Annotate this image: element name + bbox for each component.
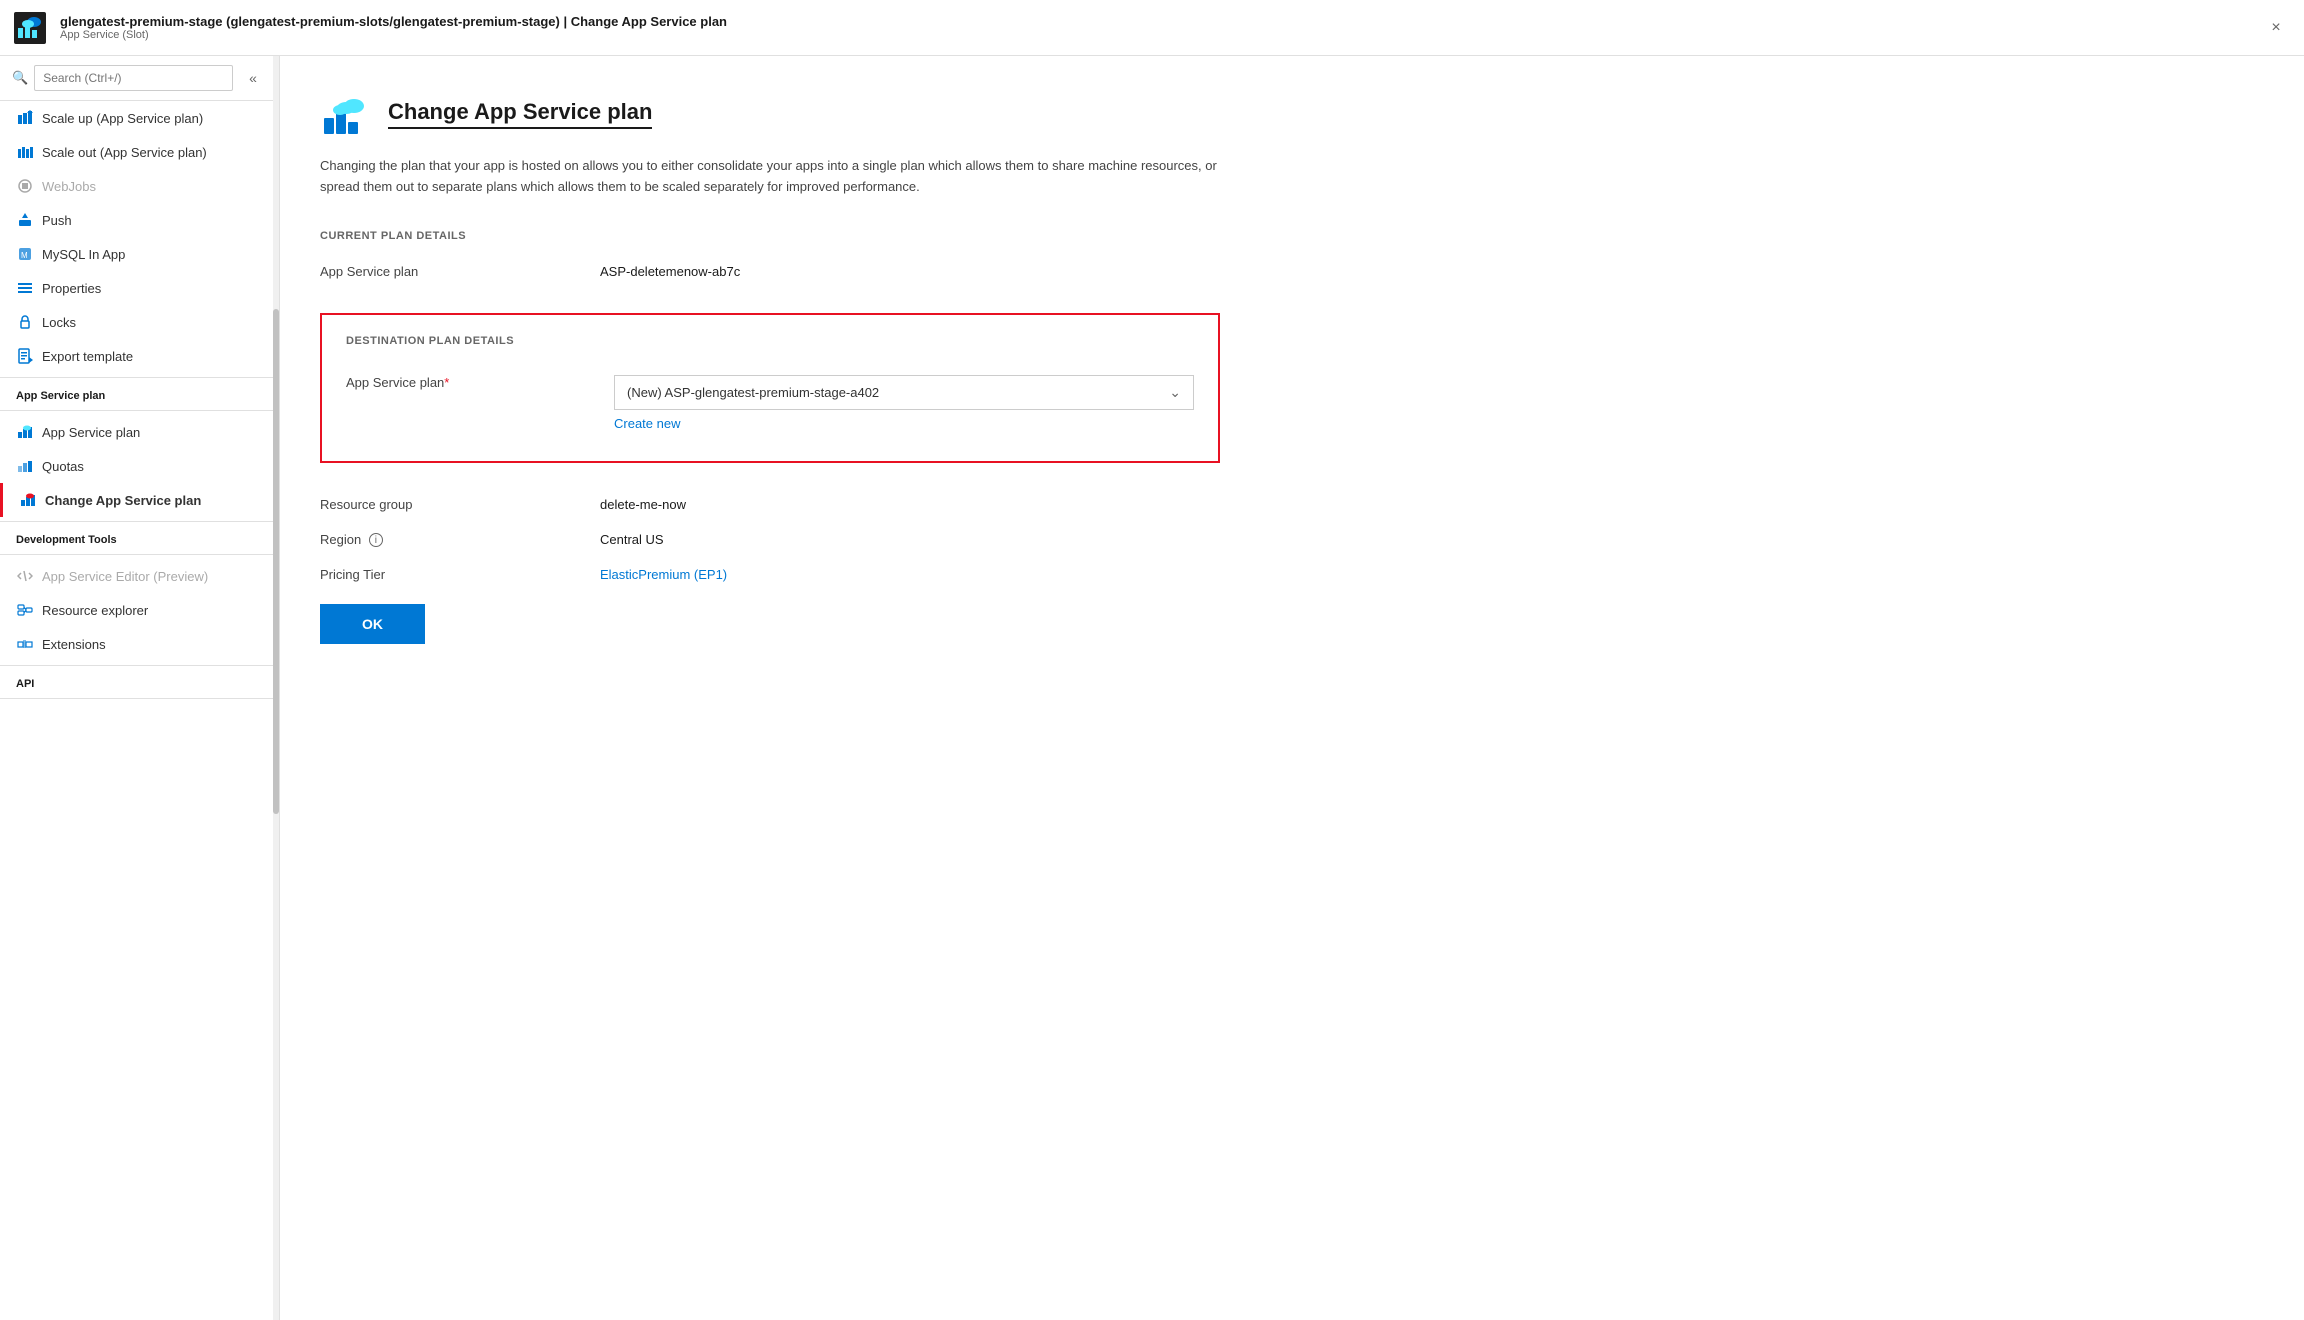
app-service-plan-icon (16, 423, 34, 441)
pricing-tier-row: Pricing Tier ElasticPremium (EP1) (320, 557, 2264, 592)
app-service-plan-dropdown[interactable]: (New) ASP-glengatest-premium-stage-a402 … (614, 375, 1194, 410)
resource-group-label: Resource group (320, 497, 600, 512)
sidebar-section-dev-tools: Development Tools (0, 521, 279, 550)
sidebar-scroll-thumb[interactable] (273, 309, 279, 815)
window-title: glengatest-premium-stage (glengatest-pre… (60, 14, 2248, 29)
dropdown-selected-value: (New) ASP-glengatest-premium-stage-a402 (627, 385, 879, 400)
sidebar-item-scale-out[interactable]: Scale out (App Service plan) (0, 135, 279, 169)
sidebar-item-push[interactable]: Push (0, 203, 279, 237)
webjobs-icon (16, 177, 34, 195)
title-bar: glengatest-premium-stage (glengatest-pre… (0, 0, 2304, 56)
page-header: Change App Service plan (320, 88, 2264, 140)
page-title: Change App Service plan (388, 99, 652, 129)
current-plan-value: ASP-deletemenow-ab7c (600, 264, 740, 279)
sidebar-item-label: Quotas (42, 459, 84, 474)
app-service-plan-dropdown-container: (New) ASP-glengatest-premium-stage-a402 … (614, 375, 1194, 431)
sidebar-item-resource-explorer[interactable]: Resource explorer (0, 593, 279, 627)
ok-button[interactable]: OK (320, 604, 425, 644)
sidebar-item-label: Resource explorer (42, 603, 148, 618)
sidebar-item-label: Export template (42, 349, 133, 364)
resource-group-row: Resource group delete-me-now (320, 487, 2264, 522)
sidebar-item-properties[interactable]: Properties (0, 271, 279, 305)
sidebar-section-app-service-plan: App Service plan (0, 377, 279, 406)
region-row: Region i Central US (320, 522, 2264, 558)
destination-plan-section-label: DESTINATION PLAN DETAILS (346, 335, 1194, 347)
resource-explorer-icon (16, 601, 34, 619)
create-new-link[interactable]: Create new (614, 414, 1194, 431)
export-template-icon (16, 347, 34, 365)
sidebar-item-app-service-editor: App Service Editor (Preview) (0, 559, 279, 593)
search-icon: 🔍 (12, 70, 28, 86)
sidebar-item-label: Scale up (App Service plan) (42, 111, 203, 126)
sidebar-item-app-service-plan[interactable]: App Service plan (0, 415, 279, 449)
current-plan-row: App Service plan ASP-deletemenow-ab7c (320, 254, 2264, 289)
sidebar-item-label: Push (42, 213, 72, 228)
change-plan-icon (19, 491, 37, 509)
page-description: Changing the plan that your app is hoste… (320, 156, 1220, 198)
sidebar-item-webjobs: WebJobs (0, 169, 279, 203)
title-text: glengatest-premium-stage (glengatest-pre… (60, 14, 2248, 41)
pricing-tier-value[interactable]: ElasticPremium (EP1) (600, 567, 727, 582)
extensions-icon (16, 635, 34, 653)
sidebar-item-mysql[interactable]: M MySQL In App (0, 237, 279, 271)
sidebar-item-label: Locks (42, 315, 76, 330)
dropdown-arrow-icon: ⌄ (1169, 384, 1181, 401)
scale-out-icon (16, 143, 34, 161)
current-plan-section: CURRENT PLAN DETAILS App Service plan AS… (320, 230, 2264, 289)
sidebar-item-label: Change App Service plan (45, 493, 201, 508)
current-plan-label: App Service plan (320, 264, 600, 279)
region-label: Region i (320, 532, 600, 548)
close-button[interactable]: × (2260, 12, 2292, 44)
sidebar-divider-3 (0, 698, 279, 699)
sidebar: 🔍 « Scale up (App Service plan) Scale ou… (0, 56, 280, 1320)
properties-icon (16, 279, 34, 297)
app-icon (12, 10, 48, 46)
sidebar-item-label: Properties (42, 281, 101, 296)
region-info-icon: i (369, 533, 383, 547)
window-subtitle: App Service (Slot) (60, 29, 2248, 41)
svg-text:M: M (21, 251, 28, 260)
sidebar-item-quotas[interactable]: Quotas (0, 449, 279, 483)
sidebar-navigation: Scale up (App Service plan) Scale out (A… (0, 101, 279, 1320)
editor-icon (16, 567, 34, 585)
sidebar-item-scale-up[interactable]: Scale up (App Service plan) (0, 101, 279, 135)
destination-plan-label: App Service plan* (346, 375, 614, 390)
current-plan-section-label: CURRENT PLAN DETAILS (320, 230, 2264, 242)
sidebar-section-api: API (0, 665, 279, 694)
pricing-tier-label: Pricing Tier (320, 567, 600, 582)
sidebar-item-label: Scale out (App Service plan) (42, 145, 207, 160)
sidebar-item-label: App Service plan (42, 425, 140, 440)
quotas-icon (16, 457, 34, 475)
main-layout: 🔍 « Scale up (App Service plan) Scale ou… (0, 56, 2304, 1320)
locks-icon (16, 313, 34, 331)
sidebar-item-label: App Service Editor (Preview) (42, 569, 208, 584)
destination-plan-row: App Service plan* (New) ASP-glengatest-p… (346, 359, 1194, 441)
sidebar-collapse-button[interactable]: « (239, 64, 267, 92)
resource-group-value: delete-me-now (600, 497, 686, 512)
sidebar-item-locks[interactable]: Locks (0, 305, 279, 339)
sidebar-item-label: MySQL In App (42, 247, 125, 262)
sidebar-item-extensions[interactable]: Extensions (0, 627, 279, 661)
push-icon (16, 211, 34, 229)
region-value: Central US (600, 532, 664, 547)
sidebar-item-export-template[interactable]: Export template (0, 339, 279, 373)
sidebar-divider (0, 410, 279, 411)
sidebar-divider-2 (0, 554, 279, 555)
search-input[interactable] (34, 65, 233, 91)
page-header-icon (320, 88, 372, 140)
main-content: Change App Service plan Changing the pla… (280, 56, 2304, 1320)
sidebar-item-label: WebJobs (42, 179, 96, 194)
required-star: * (444, 375, 449, 390)
sidebar-scroll-track (273, 56, 279, 1320)
sidebar-search-bar: 🔍 « (0, 56, 279, 101)
sidebar-item-change-app-service-plan[interactable]: Change App Service plan (0, 483, 279, 517)
mysql-icon: M (16, 245, 34, 263)
sidebar-item-label: Extensions (42, 637, 106, 652)
destination-plan-box: DESTINATION PLAN DETAILS App Service pla… (320, 313, 1220, 463)
scale-up-icon (16, 109, 34, 127)
